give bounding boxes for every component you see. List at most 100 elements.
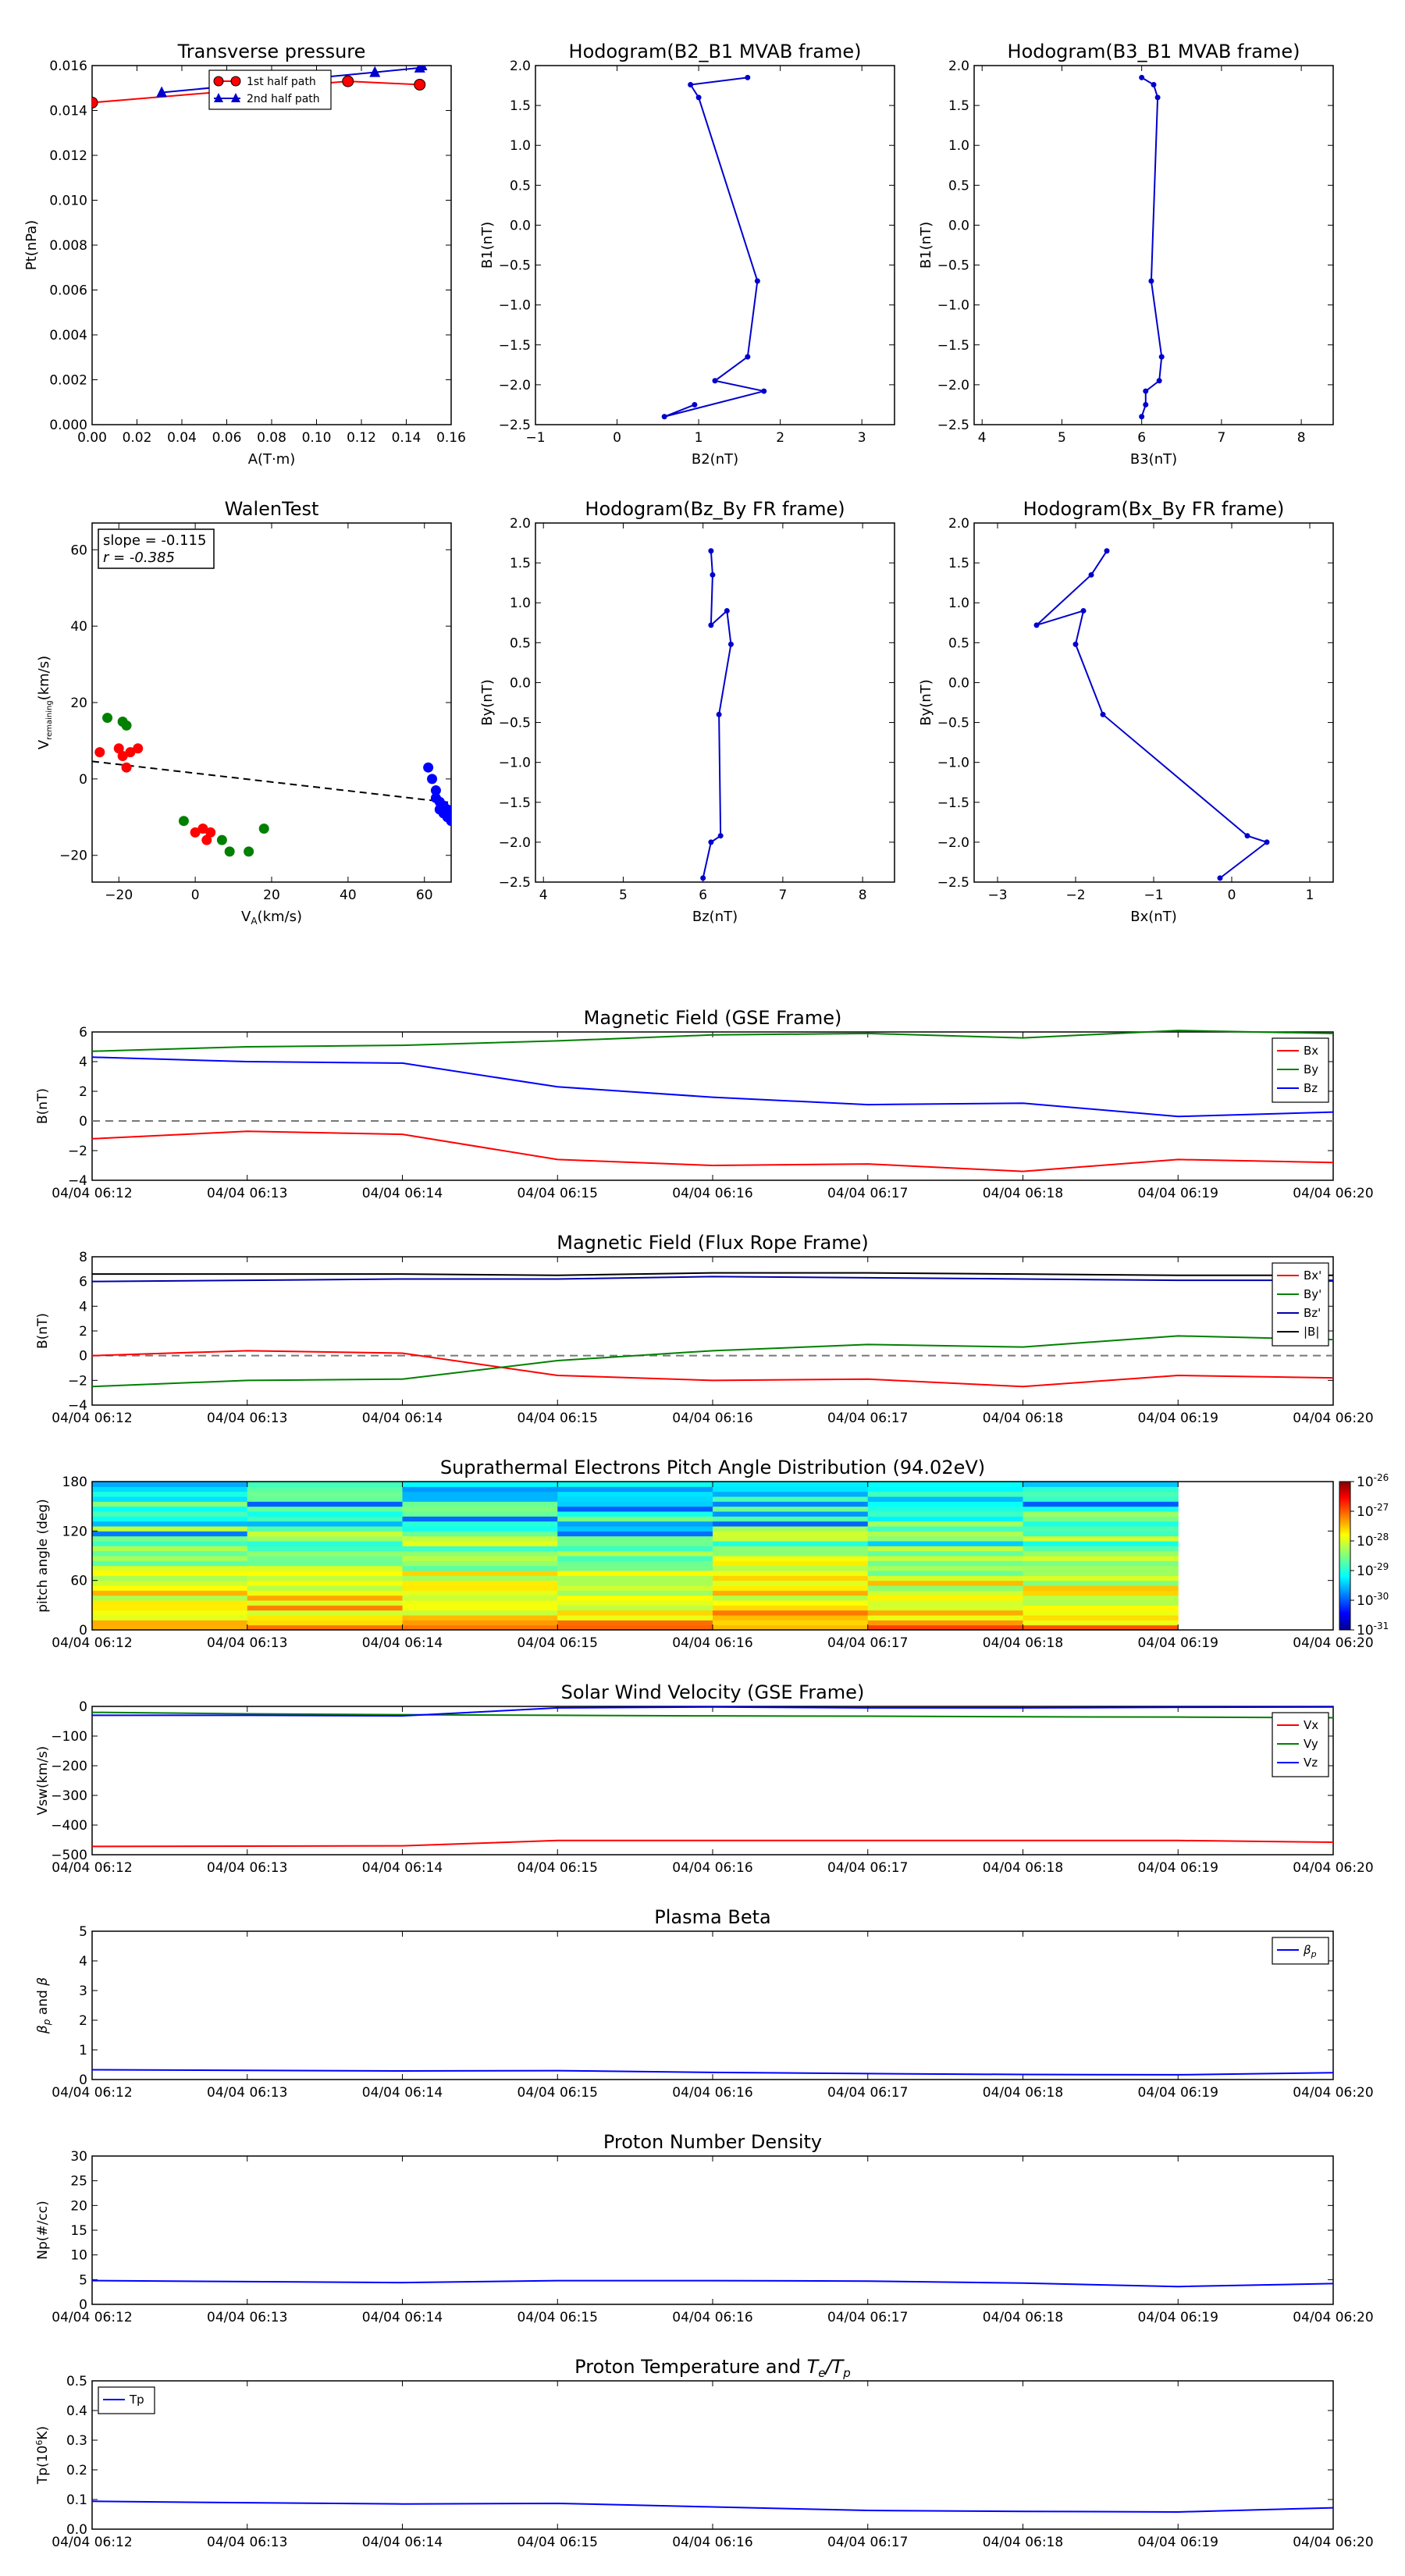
heatmap-cell xyxy=(92,1571,248,1576)
heatmap-cell xyxy=(1023,1501,1179,1507)
series-line-0 xyxy=(91,2069,1334,2076)
x-tick-label: 20 xyxy=(263,888,280,903)
figure-canvas: Transverse pressure0.00 0.02 0.04 0.06 0.08 0… xyxy=(23,41,1389,2550)
x-tick-label: 0 xyxy=(191,888,200,903)
y-tick-label: 120 xyxy=(62,1524,87,1539)
data-point xyxy=(1100,711,1106,717)
heatmap-cell xyxy=(247,1550,403,1557)
series-line-0 xyxy=(91,2500,1334,2513)
x-tick-label: 04/04 06:19 xyxy=(1138,2085,1218,2101)
y-tick-label: 0 xyxy=(79,1623,87,1638)
data-point xyxy=(710,571,716,578)
y-tick-label: 0.000 xyxy=(49,418,87,433)
heatmap-cell xyxy=(402,1565,558,1571)
y-tick-label: 0.5 xyxy=(66,2374,87,2389)
heatmap-cell xyxy=(402,1541,558,1546)
x-tick-label: 04/04 06:18 xyxy=(983,2535,1063,2550)
heatmap-cell xyxy=(247,1516,403,1522)
heatmap-cell xyxy=(557,1565,713,1571)
timeseries-panel-0: Magnetic Field (GSE Frame) 04/04 06:12 04/… xyxy=(35,1007,1374,1201)
heatmap-cell xyxy=(247,1506,403,1512)
heatmap-cell xyxy=(867,1546,1023,1552)
y-tick-label: 0 xyxy=(79,1114,87,1130)
y-tick-label: 2.0 xyxy=(510,516,531,532)
y-tick-label: 0.006 xyxy=(49,283,87,299)
axes-frame xyxy=(973,65,1334,425)
heatmap-cell xyxy=(402,1486,558,1493)
data-point xyxy=(727,641,734,647)
plot-area xyxy=(700,548,734,881)
y-tick-label: 0.2 xyxy=(66,2463,87,2478)
y-tick-label: 0.002 xyxy=(49,373,87,389)
x-tick-label: 04/04 06:20 xyxy=(1293,2310,1373,2325)
legend-label: Vx xyxy=(1304,1718,1318,1732)
heatmap-cell xyxy=(557,1590,713,1596)
data-point xyxy=(712,378,718,384)
y-tick-label: 1.0 xyxy=(510,596,531,611)
heatmap-cell xyxy=(867,1541,1023,1546)
colorbar-tick-label: 10-29 xyxy=(1357,1561,1389,1579)
x-tick-label: 0.04 xyxy=(167,430,197,446)
y-tick-label: 1 xyxy=(79,2043,87,2058)
heatmap-cell xyxy=(557,1550,713,1557)
x-tick-label: −20 xyxy=(105,888,133,903)
heatmap-cell xyxy=(402,1610,558,1616)
heatmap-cell xyxy=(557,1595,713,1601)
data-point xyxy=(1072,641,1079,647)
timeseries-panel-5: Proton Number Density 04/04 06:12 04/04 06… xyxy=(35,2131,1374,2325)
y-tick-label: 0.0 xyxy=(948,218,969,233)
x-tick-label: 04/04 06:17 xyxy=(827,1860,908,1876)
y-tick-label: 0 xyxy=(79,1699,87,1715)
x-tick-label: 04/04 06:15 xyxy=(518,1411,598,1426)
data-point xyxy=(1264,839,1270,845)
regression-line xyxy=(92,760,451,804)
x-tick-label: 04/04 06:14 xyxy=(362,1186,443,1201)
y-tick-label: 0.0 xyxy=(510,675,531,691)
heatmap-cell xyxy=(867,1482,1023,1487)
heatmap-cell xyxy=(247,1605,403,1611)
y-tick-label: −0.5 xyxy=(499,258,531,274)
panel-title: Magnetic Field (GSE Frame) xyxy=(584,1007,842,1029)
y-axis-label: Vsw(km/s) xyxy=(35,1746,51,1816)
x-tick-label: 04/04 06:20 xyxy=(1293,1635,1373,1651)
x-axis-label: A(T·m) xyxy=(248,451,296,468)
data-point xyxy=(700,875,706,881)
y-tick-label: −2.0 xyxy=(499,835,531,851)
heatmap-cell xyxy=(1023,1526,1179,1532)
x-tick-label: 04/04 06:14 xyxy=(362,2535,443,2550)
heatmap-cell xyxy=(557,1506,713,1512)
heatmap-cell xyxy=(402,1560,558,1567)
y-axis-label: Vremaining(km/s) xyxy=(36,656,54,749)
data-point xyxy=(446,816,451,827)
heatmap-cell xyxy=(402,1501,558,1507)
x-tick-label: 04/04 06:20 xyxy=(1293,2535,1373,2550)
x-tick-label: 04/04 06:16 xyxy=(672,1186,752,1201)
y-tick-label: −0.5 xyxy=(937,258,969,274)
heatmap-cell xyxy=(713,1585,869,1591)
data-point xyxy=(1088,571,1094,578)
panel-title: Hodogram(B2_B1 MVAB frame) xyxy=(569,41,862,62)
heatmap-cell xyxy=(713,1521,869,1527)
y-tick-label: 3 xyxy=(79,1984,87,1999)
x-tick-label: 04/04 06:17 xyxy=(827,2085,908,2101)
data-point xyxy=(1139,414,1145,420)
y-tick-label: 60 xyxy=(70,1574,87,1589)
heatmap-cell xyxy=(247,1546,403,1552)
y-tick-label: 0.5 xyxy=(510,635,531,651)
x-tick-label: 04/04 06:14 xyxy=(362,2085,443,2101)
heatmap-cell xyxy=(247,1575,403,1582)
x-tick-label: 5 xyxy=(619,888,628,903)
heatmap-cell xyxy=(867,1535,1023,1542)
heatmap-cell xyxy=(557,1486,713,1493)
x-tick-label: 8 xyxy=(859,888,867,903)
data-point xyxy=(1148,278,1154,284)
heatmap-cell xyxy=(557,1516,713,1522)
axes-frame xyxy=(91,1031,1334,1181)
heatmap-cell xyxy=(713,1501,869,1507)
x-tick-label: 8 xyxy=(1297,430,1306,446)
heatmap-cell xyxy=(713,1526,869,1532)
heatmap-cell xyxy=(557,1605,713,1611)
y-tick-label: −1.0 xyxy=(937,298,969,314)
heatmap-cell xyxy=(402,1546,558,1552)
axes-frame xyxy=(91,1256,1334,1406)
